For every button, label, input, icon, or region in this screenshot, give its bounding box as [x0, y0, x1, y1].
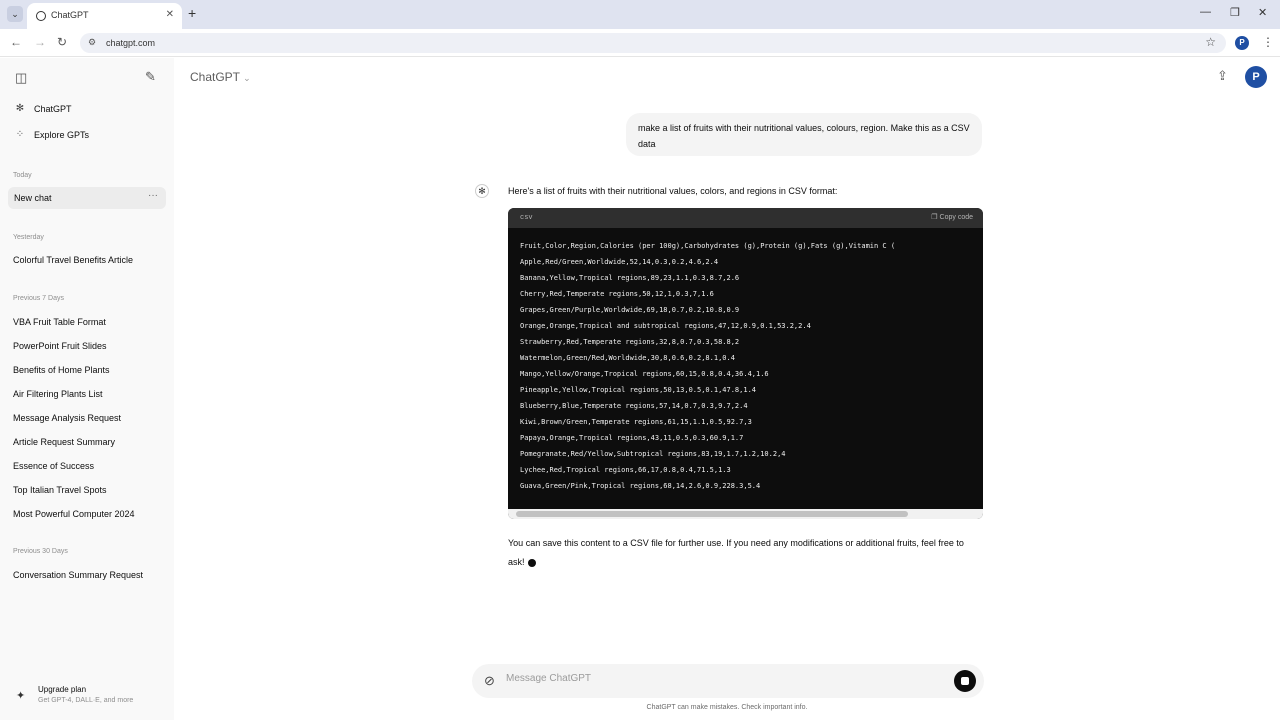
bookmark-star-icon[interactable]: ☆: [1205, 35, 1216, 49]
chat-history-item[interactable]: Conversation Summary Request: [13, 570, 143, 580]
code-block-header: csv ❐ Copy code: [508, 208, 983, 228]
code-line: Kiwi,Brown/Green,Temperate regions,61,15…: [520, 418, 752, 426]
message-input[interactable]: [506, 673, 936, 684]
code-line: Orange,Orange,Tropical and subtropical r…: [520, 322, 811, 330]
code-line: Grapes,Green/Purple,Worldwide,69,18,0.7,…: [520, 306, 740, 314]
chat-history-item[interactable]: Colorful Travel Benefits Article: [13, 255, 133, 265]
paperclip-icon[interactable]: ⊘: [484, 673, 495, 689]
section-today: Today: [13, 172, 32, 179]
section-previous-30-days: Previous 30 Days: [13, 548, 68, 555]
browser-tab-bar: ⌄ ChatGPT ✕ + — ❐ ✕: [0, 0, 1280, 29]
chat-history-item[interactable]: Top Italian Travel Spots: [13, 485, 107, 495]
section-previous-7-days: Previous 7 Days: [13, 295, 64, 302]
code-line: Pineapple,Yellow,Tropical regions,50,13,…: [520, 386, 757, 394]
chat-history-item[interactable]: VBA Fruit Table Format: [13, 317, 106, 327]
chat-history-item[interactable]: Message Analysis Request: [13, 413, 121, 423]
browser-tab[interactable]: ChatGPT ✕: [27, 3, 182, 29]
copy-code-button[interactable]: ❐ Copy code: [931, 213, 973, 221]
copy-icon: ❐: [931, 214, 938, 221]
sidebar-item-label: Explore GPTs: [34, 130, 90, 140]
browser-menu-icon[interactable]: ⋮: [1262, 35, 1274, 49]
sparkle-icon: ✦: [16, 690, 26, 702]
chat-history-item[interactable]: Air Filtering Plants List: [13, 389, 103, 399]
assistant-intro-text: Here's a list of fruits with their nutri…: [508, 186, 838, 196]
forward-button[interactable]: →: [34, 35, 46, 49]
code-line: Guava,Green/Pink,Tropical regions,68,14,…: [520, 482, 761, 490]
code-line: Fruit,Color,Region,Calories (per 100g),C…: [520, 242, 896, 250]
code-line: Blueberry,Blue,Temperate regions,57,14,0…: [520, 402, 748, 410]
chevron-down-icon: ⌄: [243, 73, 251, 83]
sidebar-chat-active[interactable]: New chat ···: [8, 187, 166, 209]
user-avatar[interactable]: P: [1245, 66, 1267, 88]
stop-generating-button[interactable]: [954, 670, 976, 692]
code-line: Watermelon,Green/Red,Worldwide,30,8,0.6,…: [520, 354, 735, 362]
code-line: Pomegranate,Red/Yellow,Subtropical regio…: [520, 450, 786, 458]
upgrade-title: Upgrade plan: [38, 685, 87, 694]
message-composer: ⊘: [472, 664, 984, 698]
tab-search-button[interactable]: ⌄: [7, 6, 23, 22]
minimize-button[interactable]: —: [1200, 6, 1211, 18]
assistant-outro-label: You can save this content to a CSV file …: [508, 538, 964, 567]
chat-title: New chat: [14, 193, 52, 203]
sidebar-item-label: ChatGPT: [34, 104, 72, 114]
upgrade-subtitle: Get GPT-4, DALL·E, and more: [38, 697, 134, 704]
code-line: Lychee,Red,Tropical regions,66,17,0.8,0.…: [520, 466, 731, 474]
code-block: csv ❐ Copy code Fruit,Color,Region,Calor…: [508, 208, 983, 519]
new-chat-icon[interactable]: ✎: [145, 69, 156, 85]
sidebar-item-explore-gpts[interactable]: ⁘ Explore GPTs: [14, 129, 89, 141]
horizontal-scrollbar[interactable]: [508, 509, 983, 519]
url-text: chatgpt.com: [106, 38, 156, 48]
scrollbar-thumb[interactable]: [516, 511, 908, 517]
openai-logo-icon: ✻: [15, 103, 25, 114]
assistant-outro-text: You can save this content to a CSV file …: [508, 534, 978, 572]
more-options-icon[interactable]: ···: [148, 190, 158, 201]
tab-title: ChatGPT: [51, 10, 89, 20]
close-tab-icon[interactable]: ✕: [166, 9, 174, 20]
code-language-label: csv: [520, 214, 533, 222]
section-yesterday: Yesterday: [13, 234, 44, 241]
share-icon[interactable]: ⇪: [1217, 68, 1228, 84]
sidebar-item-chatgpt[interactable]: ✻ ChatGPT: [14, 103, 72, 115]
code-line: Apple,Red/Green,Worldwide,52,14,0.3,0.2,…: [520, 258, 719, 266]
user-message: make a list of fruits with their nutriti…: [626, 113, 982, 156]
openai-favicon-icon: [36, 11, 46, 21]
reload-button[interactable]: ↻: [57, 35, 67, 49]
chat-history-item[interactable]: Article Request Summary: [13, 437, 115, 447]
new-tab-button[interactable]: +: [188, 5, 196, 21]
browser-toolbar: ← → ↻ ⚙ chatgpt.com ☆ P ⋮: [0, 29, 1280, 57]
site-info-icon[interactable]: ⚙: [88, 37, 96, 48]
disclaimer-text: ChatGPT can make mistakes. Check importa…: [646, 704, 808, 711]
close-window-button[interactable]: ✕: [1258, 6, 1267, 19]
code-line: Banana,Yellow,Tropical regions,89,23,1.1…: [520, 274, 740, 282]
address-bar[interactable]: ⚙ chatgpt.com ☆: [80, 33, 1226, 53]
chat-history-item[interactable]: Essence of Success: [13, 461, 94, 471]
model-selector[interactable]: ChatGPT ⌄: [190, 70, 251, 84]
copy-code-label: Copy code: [939, 214, 973, 221]
model-name: ChatGPT: [190, 70, 240, 84]
sidebar: ◫ ✎ ✻ ChatGPT ⁘ Explore GPTs Today New c…: [0, 58, 174, 720]
chat-history-item[interactable]: PowerPoint Fruit Slides: [13, 341, 107, 351]
chat-history-item[interactable]: Most Powerful Computer 2024: [13, 509, 135, 519]
code-line: Cherry,Red,Temperate regions,50,12,1,0.3…: [520, 290, 714, 298]
restore-button[interactable]: ❐: [1230, 6, 1240, 19]
chat-history-item[interactable]: Benefits of Home Plants: [13, 365, 110, 375]
toggle-sidebar-icon[interactable]: ◫: [15, 70, 27, 86]
streaming-cursor-icon: [527, 558, 536, 567]
code-line: Papaya,Orange,Tropical regions,43,11,0.5…: [520, 434, 744, 442]
code-line: Strawberry,Red,Temperate regions,32,8,0.…: [520, 338, 740, 346]
grid-icon: ⁘: [15, 129, 25, 140]
browser-profile-avatar[interactable]: P: [1235, 36, 1249, 50]
back-button[interactable]: ←: [10, 35, 22, 49]
openai-logo-icon: ✻: [475, 184, 489, 198]
code-line: Mango,Yellow/Orange,Tropical regions,60,…: [520, 370, 769, 378]
